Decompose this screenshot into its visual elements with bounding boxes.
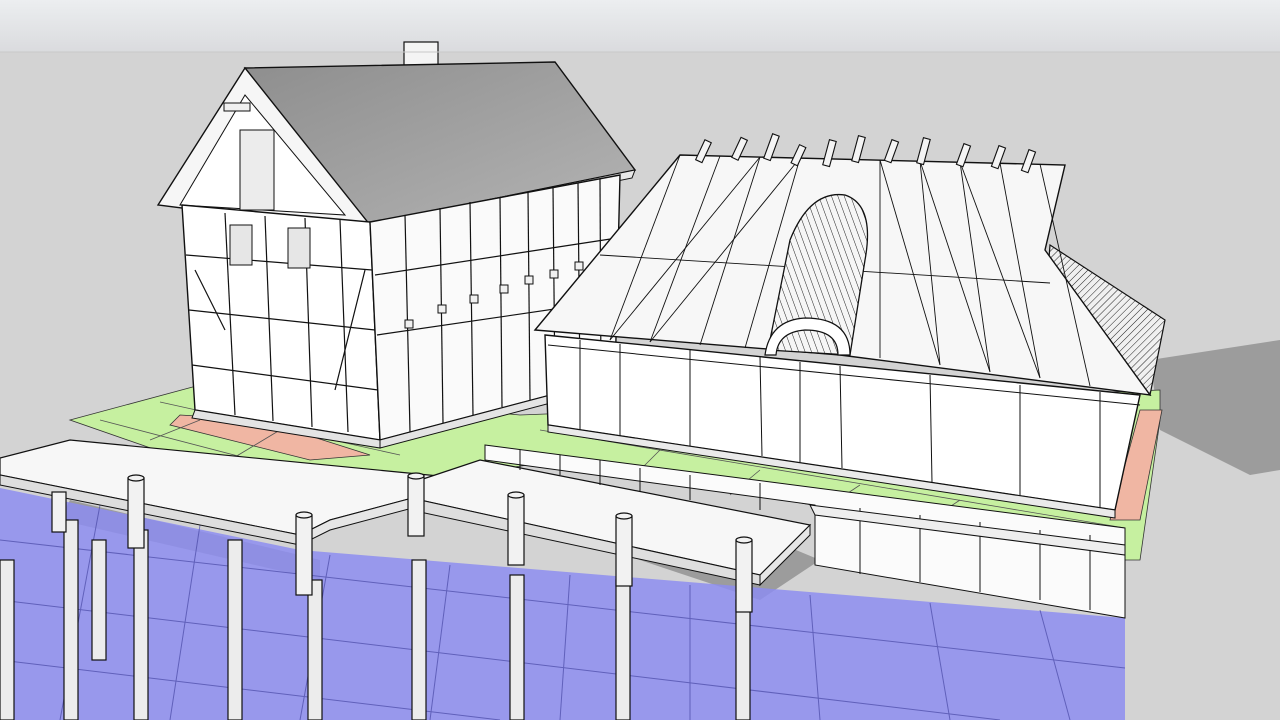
sketchup-3d-viewport[interactable] — [0, 0, 1280, 720]
model-scene[interactable] — [0, 0, 1280, 720]
sky-background — [0, 0, 1280, 52]
